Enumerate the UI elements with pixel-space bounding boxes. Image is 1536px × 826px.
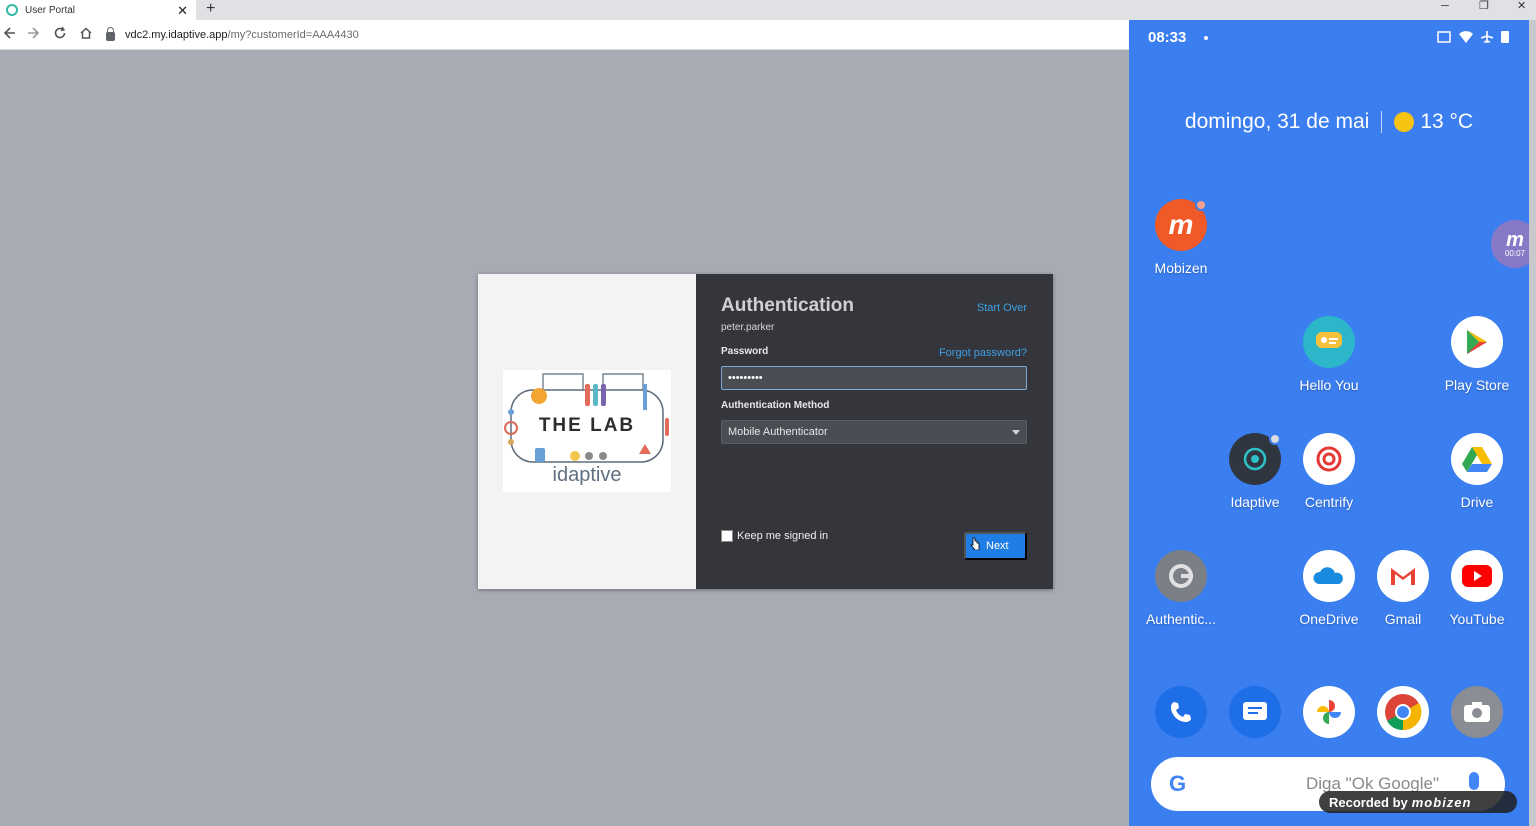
hand-cursor-icon	[970, 537, 980, 550]
logo-brand: idaptive	[552, 464, 622, 486]
lock-icon	[106, 27, 115, 41]
browser-tab[interactable]: User Portal ✕	[0, 0, 196, 20]
app-label: Centrify	[1304, 494, 1354, 510]
app-play-store[interactable]: Play Store	[1432, 316, 1522, 393]
keep-signed-in-option[interactable]: Keep me signed in	[721, 530, 828, 542]
keep-signed-in-label: Keep me signed in	[737, 530, 829, 542]
password-field[interactable]	[721, 366, 1027, 390]
app-youtube[interactable]: YouTube	[1432, 550, 1522, 627]
wifi-icon	[1459, 30, 1473, 43]
temperature-text: 13 °C	[1420, 110, 1474, 133]
reload-button[interactable]	[50, 25, 70, 45]
mobizen-floating-button[interactable]: m 00:07	[1491, 220, 1529, 268]
login-card-branding: THE LAB idaptive	[478, 274, 696, 589]
app-centrify[interactable]: Centrify	[1284, 433, 1374, 510]
home-icon	[80, 27, 92, 39]
idaptive-icon	[1229, 433, 1281, 485]
app-label: YouTube	[1449, 611, 1505, 627]
app-drive[interactable]: Drive	[1432, 433, 1522, 510]
url-path: /my?customerId=AAA4430	[227, 29, 359, 41]
tab-title: User Portal	[25, 4, 76, 16]
mobizen-brand-text: mobizen	[1411, 794, 1472, 810]
back-button[interactable]	[0, 25, 20, 45]
authentication-form: Authentication Start Over peter.parker P…	[696, 274, 1053, 589]
authentication-method-label: Authentication Method	[721, 400, 830, 411]
reload-icon	[54, 26, 66, 39]
app-label: Authentic...	[1145, 611, 1217, 627]
youtube-icon	[1451, 550, 1503, 602]
cast-icon	[1437, 30, 1451, 43]
recording-timer: 00:07	[1504, 248, 1526, 258]
home-button[interactable]	[76, 25, 96, 45]
photos-icon	[1303, 686, 1355, 738]
authentication-method-value: Mobile Authenticator	[728, 426, 828, 438]
airplane-mode-icon	[1481, 30, 1493, 43]
phone-frame-edge	[1529, 20, 1536, 826]
gmail-icon	[1377, 550, 1429, 602]
status-icons	[1437, 30, 1509, 43]
url-host: vdc2.my.idaptive.app	[125, 29, 228, 41]
forward-arrow-icon	[28, 27, 40, 39]
date-weather-widget[interactable]: domingo, 31 de mai 13 °C	[1129, 110, 1529, 134]
chevron-down-icon	[1012, 429, 1020, 435]
app-mobizen[interactable]: m Mobizen	[1136, 199, 1226, 276]
notification-badge	[1195, 199, 1207, 211]
app-label: Drive	[1460, 494, 1494, 510]
new-tab-button[interactable]: +	[206, 0, 215, 18]
restore-window-button[interactable]: ❐	[1479, 0, 1489, 14]
status-time: 08:33	[1148, 29, 1187, 46]
mobizen-m-icon: m	[1506, 228, 1524, 251]
recorded-by-text: Recorded by	[1329, 794, 1408, 810]
centrify-icon	[1303, 433, 1355, 485]
play-store-icon	[1451, 316, 1503, 368]
the-lab-logo: THE LAB idaptive	[503, 370, 671, 492]
tab-close-icon[interactable]: ✕	[177, 4, 188, 17]
browser-tab-bar: User Portal ✕ + ─ ❐ ✕	[0, 0, 1536, 20]
authenticator-icon	[1155, 550, 1207, 602]
onedrive-icon	[1303, 550, 1355, 602]
close-window-button[interactable]: ✕	[1517, 0, 1526, 14]
messages-icon	[1229, 686, 1281, 738]
phone-icon	[1155, 686, 1207, 738]
phone-screen: 08:33 domingo, 31 de mai 13 °C m 00:07 m…	[1129, 20, 1529, 826]
forgot-password-link[interactable]: Forgot password?	[939, 347, 1027, 359]
password-label: Password	[721, 346, 769, 357]
keep-signed-in-checkbox[interactable]	[721, 530, 733, 542]
login-card: THE LAB idaptive Authentication Start Ov…	[478, 274, 1053, 589]
app-hello-you[interactable]: Hello You	[1284, 316, 1374, 393]
notification-badge	[1269, 433, 1281, 445]
start-over-link[interactable]: Start Over	[977, 302, 1027, 314]
sun-weather-icon	[1394, 112, 1415, 132]
browser-toolbar: vdc2.my.idaptive.app /my?customerId=AAA4…	[0, 20, 1130, 50]
logo-title: THE LAB	[538, 415, 636, 436]
app-authenticator[interactable]: Authentic...	[1136, 550, 1226, 627]
date-separator	[1381, 111, 1383, 133]
dock-camera[interactable]	[1432, 686, 1522, 738]
camera-icon	[1451, 686, 1503, 738]
microphone-icon[interactable]	[1469, 772, 1479, 790]
drive-icon	[1451, 433, 1503, 485]
app-label: Mobizen	[1154, 260, 1208, 276]
forward-button[interactable]	[23, 25, 43, 45]
hello-you-icon	[1303, 316, 1355, 368]
minimize-window-button[interactable]: ─	[1441, 0, 1449, 14]
url-field[interactable]: vdc2.my.idaptive.app /my?customerId=AAA4…	[106, 24, 1126, 46]
authentication-method-select[interactable]: Mobile Authenticator	[721, 420, 1027, 444]
notification-dot-icon	[1204, 36, 1208, 40]
battery-icon	[1501, 31, 1509, 43]
mobizen-icon: m	[1155, 199, 1207, 251]
back-arrow-icon	[3, 27, 15, 39]
app-label: Play Store	[1444, 377, 1510, 393]
page-title: Authentication	[721, 295, 854, 316]
date-text: domingo, 31 de mai	[1184, 110, 1370, 133]
username-text: peter.parker	[721, 322, 775, 333]
idaptive-favicon-icon	[6, 4, 18, 16]
google-g-icon: G	[1169, 771, 1187, 796]
app-label: Hello You	[1299, 377, 1359, 393]
recorded-by-watermark: Recorded by mobizen	[1319, 791, 1517, 813]
chrome-icon	[1377, 686, 1429, 738]
